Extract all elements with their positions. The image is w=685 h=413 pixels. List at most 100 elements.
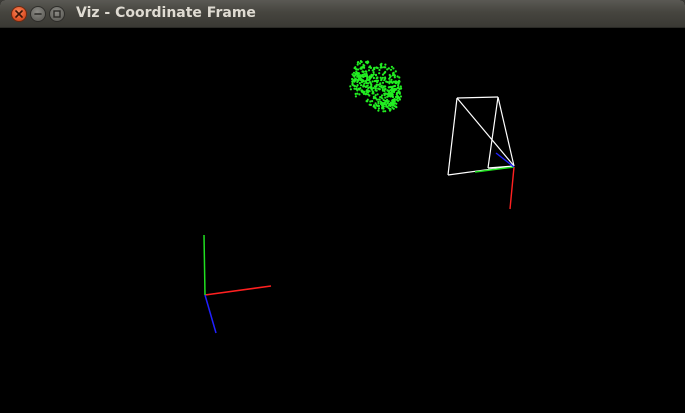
cloud-point — [365, 60, 368, 64]
cloud-point — [396, 87, 399, 90]
cloud-point — [395, 93, 398, 96]
camera-frustum — [447, 96, 515, 176]
cloud-point — [366, 90, 369, 94]
cloud-point — [379, 102, 383, 105]
cloud-point — [397, 90, 400, 93]
cloud-point — [384, 63, 387, 66]
cloud-point — [356, 89, 359, 92]
cloud-point — [367, 61, 370, 64]
cloud-point — [356, 61, 359, 64]
cloud-point — [371, 100, 374, 103]
camera-x-axis — [509, 166, 515, 210]
cloud-point — [392, 72, 395, 75]
world-z-axis — [204, 294, 217, 334]
cloud-point — [371, 80, 374, 83]
cloud-point — [389, 68, 393, 71]
cloud-point — [383, 88, 387, 91]
cloud-point — [364, 80, 367, 83]
cloud-point — [387, 92, 390, 95]
cloud-point — [371, 90, 374, 93]
cloud-point — [383, 79, 386, 82]
cloud-point — [374, 96, 377, 99]
cloud-point — [379, 100, 382, 103]
cloud-point — [356, 73, 359, 76]
cloud-point — [388, 76, 392, 79]
cloud-point — [360, 84, 363, 87]
cloud-point — [389, 85, 393, 88]
cloud-point — [353, 87, 356, 90]
cloud-point — [383, 94, 386, 97]
frustum-edge — [487, 96, 499, 169]
cloud-point — [396, 81, 400, 84]
cloud-point — [367, 79, 371, 82]
cloud-point — [388, 80, 391, 84]
cloud-point — [372, 71, 375, 74]
minimize-icon — [34, 13, 42, 15]
cloud-point — [365, 85, 368, 88]
cloud-point — [392, 89, 395, 92]
cloud-point — [366, 89, 369, 92]
cloud-point — [382, 105, 385, 108]
cloud-point — [359, 87, 362, 90]
cloud-point — [368, 90, 371, 93]
cloud-point — [394, 105, 398, 108]
cloud-point — [397, 96, 401, 99]
cloud-point — [393, 84, 396, 88]
cloud-point — [370, 87, 373, 90]
app-window: Viz - Coordinate Frame — [0, 0, 685, 413]
title-bar[interactable]: Viz - Coordinate Frame — [0, 0, 685, 28]
cloud-point — [368, 94, 371, 97]
close-button[interactable] — [11, 6, 27, 22]
cloud-point — [360, 89, 364, 92]
cloud-point — [358, 82, 361, 85]
cloud-point — [394, 80, 397, 83]
cloud-point — [376, 93, 379, 96]
cloud-point — [378, 98, 381, 101]
cloud-point — [381, 81, 385, 84]
scene-canvas[interactable] — [1, 28, 684, 412]
cloud-point — [361, 66, 364, 69]
cloud-point — [380, 96, 383, 99]
minimize-button[interactable] — [30, 6, 46, 22]
cloud-point — [372, 92, 375, 95]
cloud-point — [379, 82, 382, 85]
cloud-point — [394, 70, 397, 73]
render-viewport[interactable] — [1, 28, 684, 412]
frustum-edge — [447, 97, 458, 176]
cloud-point — [371, 69, 374, 72]
cloud-point — [379, 63, 382, 66]
cloud-point — [393, 76, 396, 79]
cloud-point — [384, 85, 387, 88]
cloud-point — [383, 102, 386, 106]
cloud-point — [383, 72, 386, 75]
cloud-point — [388, 73, 391, 77]
cloud-point — [362, 85, 365, 88]
cloud-point — [368, 76, 371, 79]
cloud-point — [377, 109, 380, 112]
cloud-point — [381, 86, 384, 89]
cloud-point — [354, 66, 357, 69]
cloud-point — [362, 63, 365, 66]
cloud-point — [369, 65, 372, 68]
cloud-point — [392, 67, 395, 70]
cloud-point — [384, 76, 387, 79]
cloud-point — [368, 103, 371, 106]
cloud-point — [375, 66, 378, 69]
cloud-point — [372, 76, 375, 80]
cloud-point — [384, 96, 387, 99]
close-icon — [15, 10, 23, 18]
cloud-point — [395, 98, 398, 101]
window-title: Viz - Coordinate Frame — [76, 5, 256, 21]
world-x-axis — [204, 285, 272, 296]
cloud-point — [367, 69, 371, 72]
camera-axes — [474, 152, 515, 210]
cloud-point — [349, 88, 352, 91]
cloud-point — [352, 71, 356, 74]
cloud-point — [375, 83, 378, 86]
cloud-point — [379, 66, 382, 69]
maximize-button[interactable] — [49, 6, 65, 22]
frustum-edge — [456, 97, 515, 167]
cloud-point — [377, 87, 380, 90]
cloud-point — [351, 80, 354, 83]
cloud-point — [354, 79, 357, 82]
